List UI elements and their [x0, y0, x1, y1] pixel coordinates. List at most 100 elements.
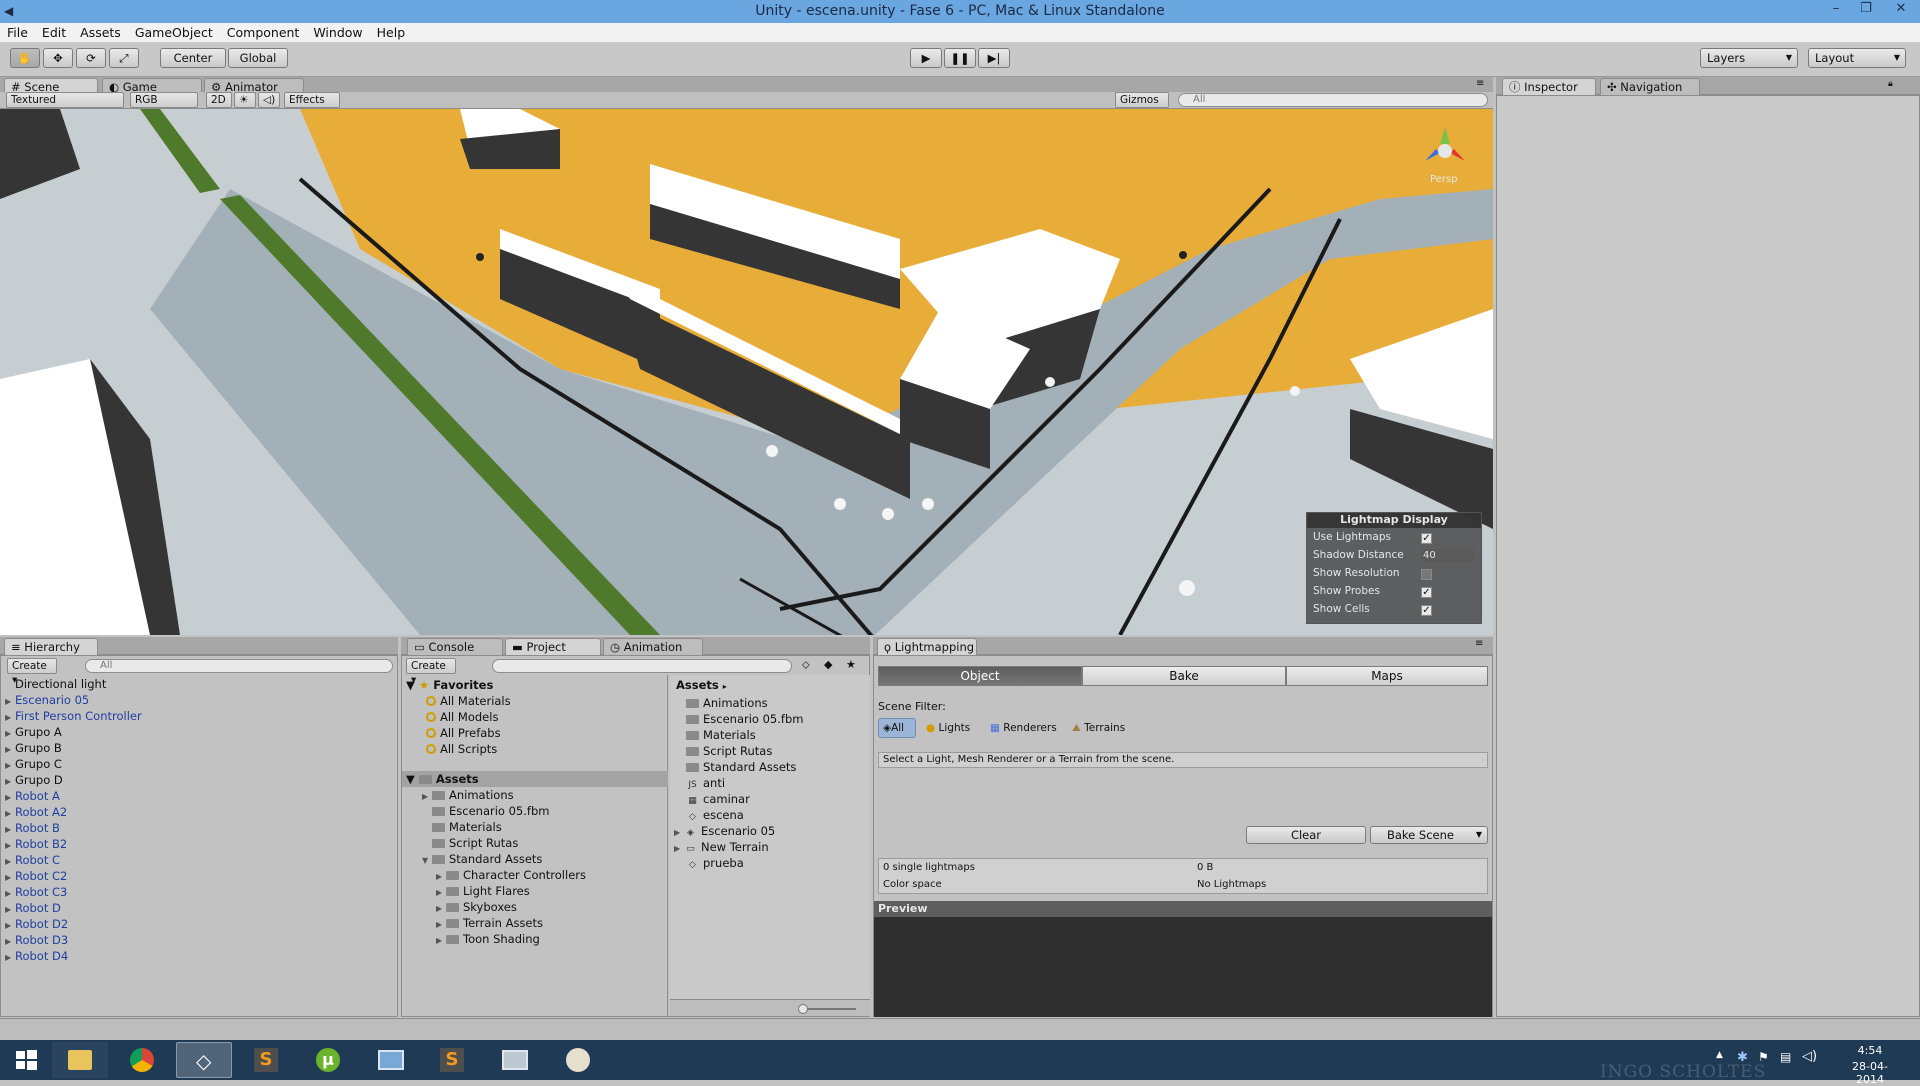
hierarchy-item[interactable]: ▶ Robot B [5, 820, 60, 836]
asset-file-item[interactable]: Materials [686, 727, 756, 743]
move-tool-button[interactable]: ✥ [43, 48, 73, 68]
hierarchy-item[interactable]: ▶ Robot D [5, 900, 61, 916]
tag-icon[interactable]: ◆ [824, 658, 832, 671]
tab-navigation[interactable]: ✣ Navigation [1600, 78, 1700, 95]
tab-lightmapping[interactable]: ϙ Lightmapping [877, 638, 977, 655]
filter-renderers-button[interactable]: ▦ Renderers [990, 720, 1057, 736]
hierarchy-item[interactable]: ▶ Robot D3 [5, 932, 68, 948]
asset-folder-item[interactable]: ▶ Toon Shading [436, 931, 540, 947]
step-button[interactable]: ▶| [978, 48, 1010, 68]
scene-search-input[interactable]: All [1178, 93, 1488, 107]
panel-menu-icon[interactable]: ≡ [1475, 638, 1483, 649]
hand-tool-button[interactable]: ✋ [10, 48, 40, 68]
asset-file-item[interactable]: ◇ escena [686, 807, 744, 823]
icon-size-slider-handle[interactable] [798, 1004, 808, 1014]
tab-animation[interactable]: ◷ Animation [603, 638, 703, 655]
pause-button[interactable]: ❚❚ [944, 48, 976, 68]
tab-project[interactable]: ▬ Project [505, 638, 601, 655]
network-icon[interactable]: ▤ [1780, 1050, 1791, 1064]
minimize-icon[interactable]: – [1822, 0, 1850, 20]
hierarchy-item[interactable]: ▶ Grupo A [5, 724, 62, 740]
shading-mode-dropdown[interactable]: Textured [6, 92, 124, 108]
show-probes-checkbox[interactable]: ✓ [1421, 587, 1432, 598]
menu-assets[interactable]: Assets [73, 23, 128, 43]
shadow-distance-field[interactable]: 40 [1421, 549, 1475, 562]
hierarchy-item[interactable]: ▶ Robot D2 [5, 916, 68, 932]
menu-edit[interactable]: Edit [35, 23, 73, 43]
asset-folder-item[interactable]: Script Rutas [422, 835, 518, 851]
filter-terrains-button[interactable]: ⛰︎ Terrains [1072, 720, 1125, 736]
hierarchy-item[interactable]: ▶ Robot D4 [5, 948, 68, 964]
hierarchy-item[interactable]: ▶ Robot C3 [5, 884, 67, 900]
hierarchy-item[interactable]: ▶ Robot C [5, 852, 60, 868]
project-breadcrumb[interactable]: Assets ▸ [676, 677, 727, 693]
menu-window[interactable]: Window [306, 23, 369, 43]
filter-type-icon[interactable]: ⬦ [802, 658, 810, 672]
hierarchy-item[interactable]: ▶ Robot B2 [5, 836, 67, 852]
maximize-icon[interactable]: ❐ [1852, 0, 1880, 20]
tab-hierarchy[interactable]: ≡ Hierarchy [4, 638, 98, 655]
lightmapping-bake-tab[interactable]: Bake [1082, 666, 1286, 686]
sublime-taskbar-button[interactable]: S [238, 1042, 294, 1078]
rotate-tool-button[interactable]: ⟳ [76, 48, 106, 68]
hierarchy-item[interactable]: Directional light [5, 676, 106, 692]
sublime-2-taskbar-button[interactable]: S [424, 1042, 480, 1078]
hierarchy-item[interactable]: ▶ Robot C2 [5, 868, 67, 884]
hierarchy-item[interactable]: ▶ Grupo D [5, 772, 63, 788]
favorite-item[interactable]: All Models [426, 709, 498, 725]
filter-all-button[interactable]: ◈All [878, 718, 916, 738]
asset-file-item[interactable]: Animations [686, 695, 768, 711]
play-button[interactable]: ▶ [910, 48, 942, 68]
render-mode-dropdown[interactable]: RGB [130, 92, 198, 108]
asset-folder-item[interactable]: ▼ Standard Assets [422, 851, 542, 867]
hierarchy-item[interactable]: ▶ Escenario 05 [5, 692, 89, 708]
hierarchy-item[interactable]: ▶ Robot A [5, 788, 60, 804]
menu-help[interactable]: Help [370, 23, 413, 43]
bake-scene-button[interactable]: Bake Scene ▼ [1370, 826, 1488, 844]
project-search-input[interactable] [492, 659, 792, 673]
use-lightmaps-checkbox[interactable]: ✓ [1421, 533, 1432, 544]
project-create-button[interactable]: Create ▾ [406, 658, 456, 686]
asset-folder-item[interactable]: Escenario 05.fbm [422, 803, 549, 819]
mode-2d-toggle[interactable]: 2D [206, 92, 232, 108]
scene-view-gizmo[interactable]: Persp [1410, 119, 1480, 189]
pivot-center-button[interactable]: Center [160, 48, 226, 68]
file-explorer-taskbar-button[interactable] [52, 1042, 108, 1078]
utorrent-taskbar-button[interactable]: µ [300, 1042, 356, 1078]
hierarchy-search-input[interactable]: All [85, 659, 393, 673]
icon-size-slider-track[interactable] [800, 1008, 856, 1010]
start-button[interactable] [4, 1042, 48, 1078]
lightmapping-object-tab[interactable]: Object [878, 666, 1082, 686]
asset-folder-item[interactable]: ▶ Skyboxes [436, 899, 517, 915]
pivot-global-button[interactable]: Global [228, 48, 288, 68]
expand-arrow-icon[interactable]: ▼ [422, 853, 432, 869]
panel-menu-icon[interactable]: ≡ [1476, 78, 1484, 89]
asset-file-item[interactable]: Escenario 05.fbm [686, 711, 803, 727]
expand-arrow-icon[interactable]: ▶ [674, 841, 684, 857]
filter-lights-button[interactable]: ● Lights [926, 720, 970, 736]
favorite-item[interactable]: All Scripts [426, 741, 497, 757]
hierarchy-create-button[interactable]: Create ▾ [7, 658, 57, 686]
menu-component[interactable]: Component [220, 23, 307, 43]
hierarchy-item[interactable]: ▶ Grupo C [5, 756, 62, 772]
gizmos-dropdown[interactable]: Gizmos [1115, 92, 1169, 108]
scale-tool-button[interactable]: ⤢ [109, 48, 139, 68]
asset-file-item[interactable]: ◇ prueba [686, 855, 744, 871]
favorites-header[interactable]: ▼ ★ Favorites [406, 677, 493, 693]
unity-taskbar-button[interactable]: ◇ [176, 1042, 232, 1078]
hierarchy-item[interactable]: ▶ Grupo B [5, 740, 62, 756]
effects-dropdown[interactable]: Effects [284, 92, 340, 108]
lightmapping-maps-tab[interactable]: Maps [1286, 666, 1488, 686]
show-cells-checkbox[interactable]: ✓ [1421, 605, 1432, 616]
asset-file-item[interactable]: ▦ caminar [686, 791, 750, 807]
expand-arrow-icon[interactable]: ▶ [5, 950, 15, 966]
menu-gameobject[interactable]: GameObject [128, 23, 220, 43]
asset-file-item[interactable]: ▶ ▭ New Terrain [674, 839, 769, 855]
asset-folder-item[interactable]: ▶ Light Flares [436, 883, 530, 899]
show-hidden-icons-icon[interactable]: ▲ [1716, 1050, 1723, 1060]
asset-file-item[interactable]: Script Rutas [686, 743, 772, 759]
action-center-flag-icon[interactable]: ⚑ [1758, 1050, 1769, 1064]
volume-icon[interactable]: ◁) [1802, 1049, 1817, 1064]
bluetooth-icon[interactable]: ✱ [1737, 1050, 1748, 1065]
monitor-taskbar-button[interactable] [486, 1042, 542, 1078]
